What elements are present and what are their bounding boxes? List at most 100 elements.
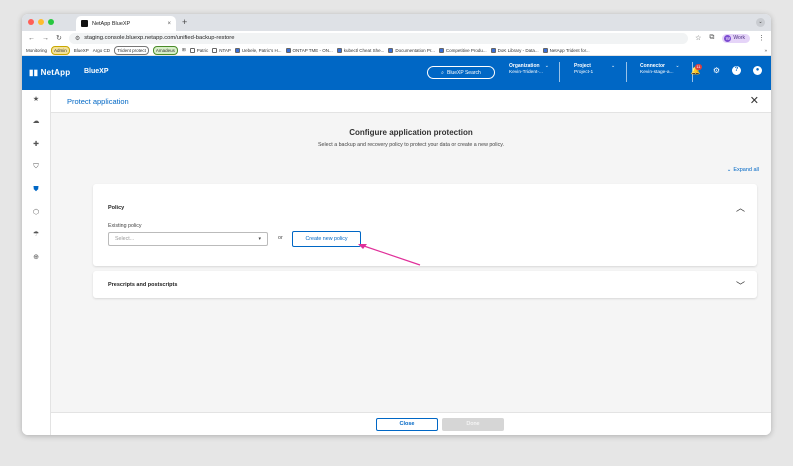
bookmark-favicon-icon <box>336 47 342 53</box>
close-icon[interactable]: ✕ <box>750 94 759 107</box>
bookmark-label: kubectl Cheat She... <box>343 47 385 53</box>
bookmark-item[interactable]: NTAP <box>212 47 231 53</box>
app-header: ▮▮ NetApp BlueXP ⌕ BlueXP Search Organiz… <box>22 56 771 90</box>
main-content: Configure application protection Select … <box>51 113 771 412</box>
address-bar[interactable]: ⚙ staging.console.bluexp.netapp.com/unif… <box>68 32 689 44</box>
done-button[interactable]: Done <box>442 418 504 431</box>
page-title-bar: Protect application ✕ <box>51 90 771 113</box>
bookmark-label: NetApp Trident for... <box>549 47 590 53</box>
bookmark-item[interactable]: DoK Library - Data... <box>490 47 539 53</box>
chevron-down-icon: ⌄ <box>675 63 680 69</box>
apps-grid-icon[interactable]: ⊞ <box>182 47 186 53</box>
extensions-icon[interactable]: ⧉ <box>709 34 714 42</box>
bluexp-search-button[interactable]: ⌕ BlueXP Search <box>427 66 495 79</box>
bookmark-item[interactable]: Uebele, Patric's H... <box>234 47 282 53</box>
product-name: BlueXP <box>84 68 109 75</box>
page-title: Protect application <box>67 97 129 106</box>
bookmark-favicon-icon <box>542 47 548 53</box>
settings-gear-icon[interactable]: ⚙ <box>713 66 720 75</box>
mobility-icon[interactable]: ⬡ <box>31 208 41 218</box>
bookmarks-bar: Monitoring Admin BlueXP Argo CD Trident prot… <box>22 45 771 56</box>
organization-selector[interactable]: Organization Kevin-Trident-... ⌄ <box>509 63 549 76</box>
annotation-arrow <box>358 244 421 266</box>
back-arrow-icon[interactable]: ← <box>28 35 35 42</box>
storage-icon[interactable]: ☁ <box>31 117 41 127</box>
bookmark-label: NTAP <box>219 47 231 53</box>
url-text: staging.console.bluexp.netapp.com/unifie… <box>84 35 235 41</box>
wizard-footer: Close Done <box>51 412 771 435</box>
bookmark-label: Uebele, Patric's H... <box>241 47 282 53</box>
netapp-logo[interactable]: ▮▮ NetApp <box>29 68 70 77</box>
bookmark-favicon-icon <box>388 47 394 53</box>
close-window-button[interactable] <box>28 19 34 25</box>
tab-close-icon[interactable]: × <box>167 21 171 27</box>
bookmark-item[interactable]: Monitoring <box>26 48 47 53</box>
health-icon[interactable]: ✚ <box>31 140 41 150</box>
close-button[interactable]: Close <box>376 418 438 431</box>
bookmark-label: Documentation Pr... <box>395 47 435 53</box>
search-icon: ⌕ <box>441 69 444 76</box>
bookmark-item[interactable]: Argo CD <box>93 48 110 53</box>
profile-label: Work <box>733 35 745 41</box>
tab-title: NetApp BlueXP <box>92 20 131 27</box>
bookmark-star-icon[interactable]: ☆ <box>695 34 701 42</box>
bookmark-item[interactable]: Trident protect <box>114 45 149 55</box>
bookmarks-overflow-button[interactable]: » <box>764 48 767 53</box>
new-tab-button[interactable]: + <box>182 17 187 27</box>
bookmark-favicon-icon <box>285 47 291 53</box>
notification-count-badge: 11 <box>694 64 703 70</box>
bookmark-label: ONTAP TME - ON... <box>292 47 333 53</box>
bookmark-favicon-icon <box>234 47 240 53</box>
notifications-bell-icon[interactable]: 🔔 11 <box>691 64 703 75</box>
chevron-down-icon: ⌄ <box>611 63 616 69</box>
bookmark-item[interactable]: Competitive Produ... <box>438 47 487 53</box>
help-icon[interactable]: ? <box>732 66 741 75</box>
browser-window: NetApp BlueXP × + ⌄ ← → ↻ ⚙ staging.cons… <box>22 14 771 435</box>
bookmark-item[interactable]: Patric <box>189 47 209 53</box>
tab-strip: NetApp BlueXP × + ⌄ <box>22 14 771 31</box>
minimize-window-button[interactable] <box>38 19 44 25</box>
bookmark-item[interactable]: ONTAP TME - ON... <box>285 47 333 53</box>
maximize-window-button[interactable] <box>48 19 54 25</box>
bookmark-item[interactable]: Admin <box>51 45 70 55</box>
netapp-favicon-icon <box>81 20 88 27</box>
folder-icon <box>189 47 195 53</box>
forward-arrow-icon[interactable]: → <box>42 35 49 42</box>
extensibility-icon[interactable]: ☂ <box>31 230 41 240</box>
bookmark-favicon-icon <box>490 47 496 53</box>
profile-avatar: W <box>724 34 732 42</box>
bookmark-favicon-icon <box>438 47 444 53</box>
bookmark-item[interactable]: Documentation Pr... <box>388 47 435 53</box>
toolbar: ← → ↻ ⚙ staging.console.bluexp.netapp.co… <box>22 31 771 45</box>
project-selector[interactable]: Project Project-1 ⌄ <box>574 63 615 76</box>
chevron-down-icon: ⌄ <box>544 63 549 69</box>
browser-menu-icon[interactable]: ⋮ <box>758 34 765 42</box>
bookmark-item[interactable]: kubectl Cheat She... <box>336 47 385 53</box>
bookmark-label: Patric <box>196 47 209 53</box>
profile-button[interactable]: W Work <box>722 33 750 43</box>
header-divider <box>559 62 560 82</box>
site-settings-icon[interactable]: ⚙ <box>75 35 80 42</box>
reload-icon[interactable]: ↻ <box>56 34 62 42</box>
bookmark-label: DoK Library - Data... <box>497 47 539 53</box>
bookmark-label: Competitive Produ... <box>445 47 487 53</box>
bookmark-item[interactable]: BlueXP <box>74 48 89 53</box>
bookmark-item[interactable]: Amadeus <box>152 45 178 55</box>
protection-icon[interactable]: ⛉ <box>31 162 41 172</box>
browser-tab[interactable]: NetApp BlueXP × <box>76 16 176 31</box>
organization-value: Kevin-Trident-... <box>509 69 543 75</box>
header-divider <box>626 62 627 82</box>
bookmark-item[interactable]: NetApp Trident for... <box>542 47 590 53</box>
workloads-icon[interactable]: ⊕ <box>31 253 41 263</box>
left-nav-rail: ★ ☁ ✚ ⛉ ⛊ ⬡ ☂ ⊕ <box>22 90 51 435</box>
window-controls <box>28 19 54 25</box>
connector-value: Kevin-stage-a... <box>640 69 674 75</box>
tab-search-chevron-icon[interactable]: ⌄ <box>756 18 765 27</box>
user-account-icon[interactable]: ● <box>753 66 762 75</box>
governance-shield-icon[interactable]: ⛊ <box>31 185 41 195</box>
connector-selector[interactable]: Connector Kevin-stage-a... ⌄ <box>640 63 680 76</box>
project-value: Project-1 <box>574 69 594 75</box>
favorites-star-icon[interactable]: ★ <box>31 95 41 105</box>
search-label: BlueXP Search <box>446 69 481 76</box>
folder-icon <box>212 47 218 53</box>
